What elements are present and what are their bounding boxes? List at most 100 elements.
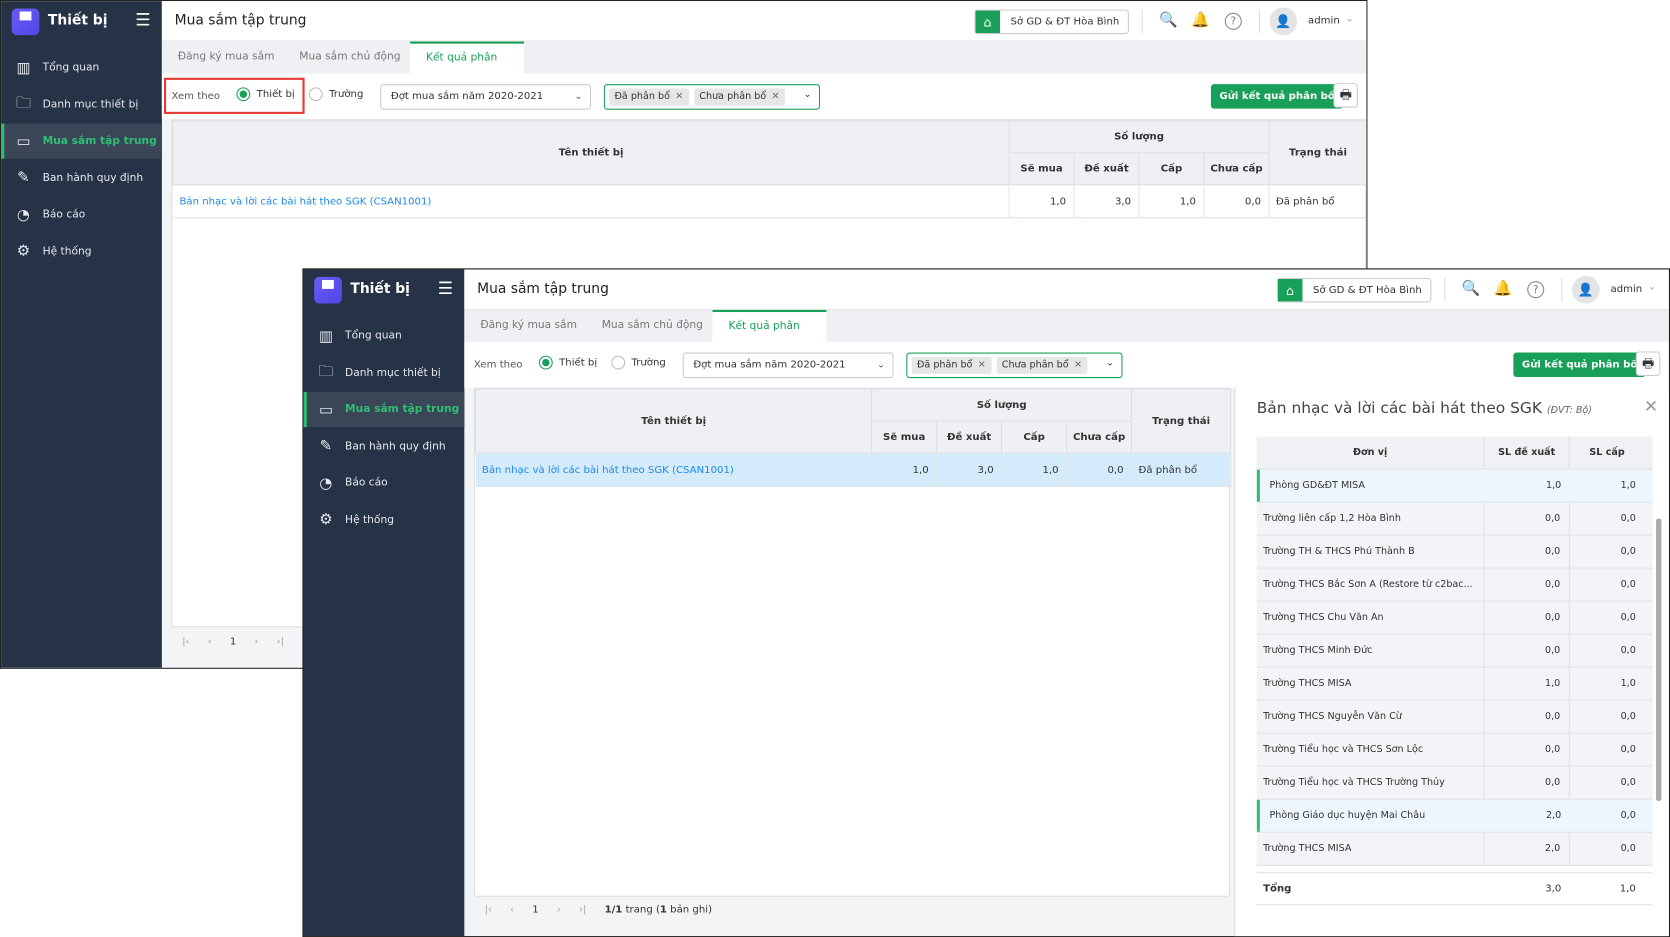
search-analytics-icon[interactable]: 🔍: [1159, 12, 1178, 29]
send-results-button[interactable]: Gửi kết quả phân bổ: [1210, 84, 1344, 109]
status-multiselect[interactable]: Đã phân bổ ✕ Chưa phân bổ ✕ ⌄: [906, 352, 1123, 379]
sidebar-item-3[interactable]: ✎ Ban hành quy định: [1, 160, 162, 195]
chevron-down-icon[interactable]: ⌄: [1648, 282, 1656, 293]
close-icon[interactable]: ✕: [675, 92, 683, 103]
chevron-down-icon[interactable]: ⌄: [1346, 14, 1354, 25]
print-button[interactable]: 🖶: [1333, 83, 1358, 108]
sidebar-item-1[interactable]: 🗀 Danh mục thiết bị: [304, 355, 465, 390]
send-results-button[interactable]: Gửi kết quả phân bổ: [1513, 352, 1646, 378]
help-icon[interactable]: ?: [1224, 12, 1242, 30]
tab-dang-ky[interactable]: Đăng ký mua sắm: [162, 42, 291, 74]
col-status[interactable]: Trạng thái: [1268, 120, 1367, 186]
status-multiselect[interactable]: Đã phân bổ ✕ Chưa phân bổ ✕ ⌄: [603, 84, 821, 110]
sidebar-item-2[interactable]: ▭ Mua sắm tập trung: [303, 391, 465, 428]
user-name[interactable]: admin: [1611, 283, 1643, 295]
table-row[interactable]: Trường THCS MISA 1,0 1,0: [1256, 667, 1653, 701]
tab-ket-qua[interactable]: Kết quả phân bổ: [410, 41, 524, 93]
scrollbar[interactable]: [1656, 518, 1662, 801]
col-sub[interactable]: Chưa cấp: [1066, 420, 1133, 454]
group-row[interactable]: Phòng GD&ĐT MISA 1,0 1,0: [1256, 469, 1653, 503]
close-icon[interactable]: ✕: [772, 92, 780, 103]
col-sub[interactable]: Cấp: [1138, 152, 1205, 186]
search-analytics-icon[interactable]: 🔍: [1462, 280, 1481, 297]
page-number[interactable]: 1: [230, 636, 236, 648]
user-name[interactable]: admin: [1308, 15, 1340, 27]
tab-chu-dong[interactable]: Mua sắm chủ động: [586, 310, 719, 342]
sidebar-item-2[interactable]: ▭ Mua sắm tập trung: [1, 123, 162, 159]
col-sub[interactable]: Đề xuất: [1073, 152, 1140, 186]
prev-page-icon[interactable]: ‹: [208, 636, 212, 648]
col-status[interactable]: Trạng thái: [1131, 388, 1232, 454]
menu-toggle-icon[interactable]: ☰: [135, 10, 150, 30]
table-row[interactable]: Trường TH & THCS Phú Thành B 0,0 0,0: [1256, 535, 1653, 569]
pie-chart-icon: ◔: [16, 206, 30, 224]
next-page-icon[interactable]: ›: [557, 904, 561, 916]
divider: [1141, 9, 1143, 34]
table-row[interactable]: Trường THCS MISA 2,0 0,0: [1256, 832, 1653, 866]
col-name[interactable]: Tên thiết bị: [474, 388, 873, 454]
chevron-down-icon: ⌄: [876, 359, 886, 371]
org-selector[interactable]: ⌂ Sở GD & ĐT Hòa Bình: [1276, 277, 1432, 303]
period-select[interactable]: Đợt mua sắm năm 2020-2021 ⌄: [682, 352, 894, 379]
table-row[interactable]: Trường THCS Nguyễn Văn Cừ 0,0 0,0: [1256, 700, 1653, 734]
sidebar-item-4[interactable]: ◔ Báo cáo: [1, 197, 162, 232]
print-button[interactable]: 🖶: [1635, 351, 1661, 376]
sidebar-item-0[interactable]: ▥ Tổng quan: [304, 318, 465, 353]
sidebar-item-3[interactable]: ✎ Ban hành quy định: [304, 429, 465, 464]
sidebar-item-5[interactable]: ⚙ Hệ thống: [304, 502, 465, 537]
prev-page-icon[interactable]: ‹: [510, 904, 514, 916]
chip-unallocated[interactable]: Chưa phân bổ ✕: [996, 356, 1088, 374]
sidebar-item-0[interactable]: ▥ Tổng quan: [1, 50, 162, 85]
radio-school[interactable]: Trường: [308, 87, 364, 102]
folder-icon: 🗀: [15, 94, 31, 112]
sidebar-item-5[interactable]: ⚙ Hệ thống: [1, 234, 162, 269]
table-row[interactable]: Trường Tiểu học và THCS Trường Thủy 0,0 …: [1256, 766, 1653, 800]
last-page-icon[interactable]: ›|: [579, 904, 586, 916]
close-icon[interactable]: ✕: [1074, 360, 1082, 371]
group-row[interactable]: Phòng Giáo dục huyện Mai Châu 2,0 0,0: [1256, 799, 1653, 833]
first-page-icon[interactable]: |‹: [182, 636, 189, 648]
tab-chu-dong[interactable]: Mua sắm chủ động: [283, 42, 416, 74]
tab-dang-ky[interactable]: Đăng ký mua sắm: [464, 310, 593, 342]
close-icon[interactable]: ✕: [1644, 396, 1658, 416]
sidebar-item-1[interactable]: 🗀 Danh mục thiết bị: [1, 87, 162, 122]
chip-allocated[interactable]: Đã phân bổ ✕: [911, 356, 992, 374]
next-page-icon[interactable]: ›: [254, 636, 258, 648]
avatar[interactable]: 👤: [1571, 275, 1600, 304]
radio-school-label: Trường: [329, 88, 364, 101]
first-page-icon[interactable]: |‹: [485, 904, 492, 916]
col-sub[interactable]: Đề xuất: [936, 420, 1003, 454]
col-name[interactable]: Tên thiết bị: [172, 120, 1010, 186]
chip-allocated[interactable]: Đã phân bổ ✕: [609, 88, 689, 106]
table-row[interactable]: Bản nhạc và lời các bài hát theo SGK (CS…: [173, 184, 1367, 219]
sl-granted: 0,0: [1620, 843, 1636, 855]
menu-toggle-icon[interactable]: ☰: [438, 278, 453, 298]
device-name-link[interactable]: Bản nhạc và lời các bài hát theo SGK (CS…: [475, 453, 873, 487]
bell-icon[interactable]: 🔔: [1494, 280, 1513, 297]
table-row[interactable]: Trường THCS Chu Văn An 0,0 0,0: [1256, 601, 1653, 635]
bell-icon[interactable]: 🔔: [1191, 12, 1210, 29]
radio-school[interactable]: Trường: [611, 355, 666, 370]
col-sub[interactable]: Cấp: [1001, 420, 1068, 454]
table-row[interactable]: Trường Tiểu học và THCS Sơn Lộc 0,0 0,0: [1256, 733, 1653, 767]
org-selector[interactable]: ⌂ Sở GD & ĐT Hòa Bình: [974, 9, 1129, 35]
col-sub[interactable]: Sẽ mua: [871, 420, 938, 454]
tab-ket-qua[interactable]: Kết quả phân bổ: [712, 309, 827, 361]
avatar[interactable]: 👤: [1269, 7, 1298, 36]
chip-unallocated[interactable]: Chưa phân bổ ✕: [693, 88, 785, 106]
table-row[interactable]: Trường THCS Bắc Sơn A (Restore từ c2bac.…: [1256, 568, 1653, 602]
table-row[interactable]: Trường liên cấp 1,2 Hòa Bình 0,0 0,0: [1256, 502, 1653, 536]
close-icon[interactable]: ✕: [978, 360, 986, 371]
col-sub[interactable]: Chưa cấp: [1203, 152, 1270, 186]
period-select[interactable]: Đợt mua sắm năm 2020-2021 ⌄: [380, 84, 592, 110]
page-number[interactable]: 1: [532, 904, 538, 916]
col-sub[interactable]: Sẽ mua: [1008, 152, 1075, 186]
last-page-icon[interactable]: ›|: [277, 636, 284, 648]
table-row[interactable]: Trường THCS Minh Đức 0,0 0,0: [1256, 634, 1653, 668]
sidebar-item-4[interactable]: ◔ Báo cáo: [304, 465, 465, 500]
device-name-link[interactable]: Bản nhạc và lời các bài hát theo SGK (CS…: [173, 184, 1010, 219]
help-icon[interactable]: ?: [1527, 281, 1545, 299]
top-bar: Mua sắm tập trung ⌂ Sở GD & ĐT Hòa Bình 🔍…: [161, 1, 1367, 42]
table-row[interactable]: Bản nhạc và lời các bài hát theo SGK (CS…: [475, 453, 1232, 487]
radio-device[interactable]: Thiết bị: [538, 355, 597, 370]
